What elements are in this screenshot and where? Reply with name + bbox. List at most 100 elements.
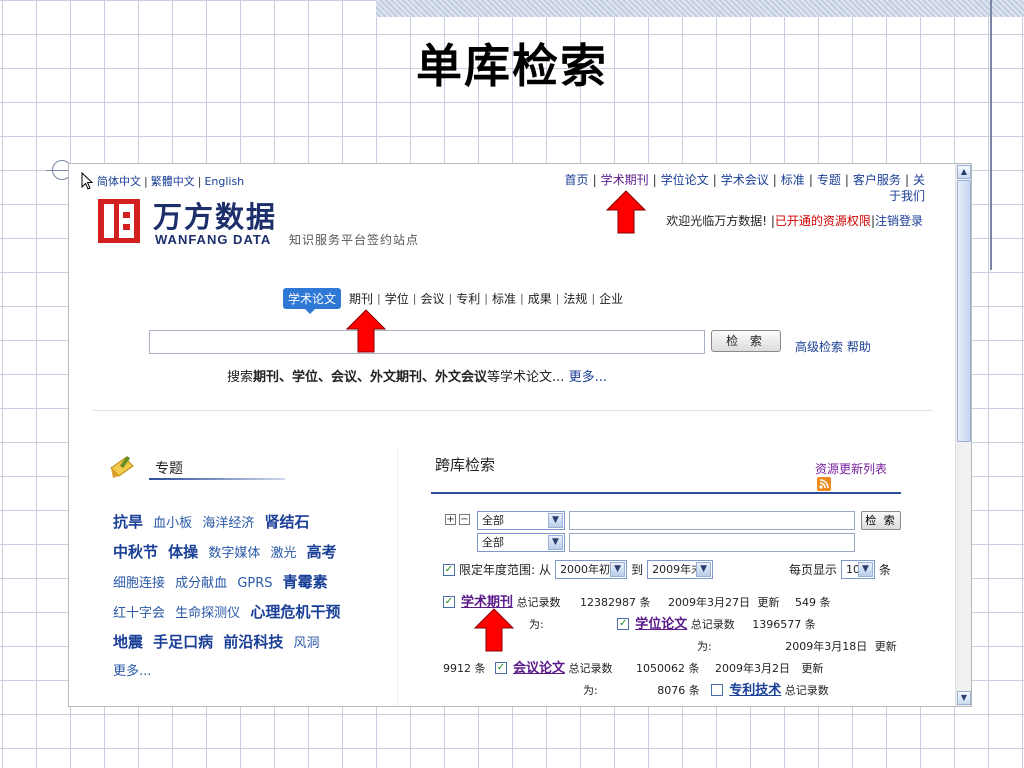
lang-simplified[interactable]: 简体中文 — [97, 175, 141, 188]
topic-item[interactable]: 青霉素 — [283, 573, 328, 591]
topic-item[interactable]: 手足口病 — [153, 633, 213, 651]
tab-conferences[interactable]: 会议 — [420, 290, 444, 307]
topics-underline — [149, 478, 285, 480]
chevron-down-icon: ▼ — [548, 535, 563, 550]
language-switcher: 简体中文 | 繁體中文 | English — [97, 175, 245, 188]
cross-search-heading: 跨库检索 — [435, 456, 496, 474]
tab-standards[interactable]: 标准 — [492, 290, 516, 307]
db-for-label: 为: — [529, 618, 544, 631]
result-line: 为: 8076 条 专利技术 总记录数 — [443, 680, 913, 702]
logo-chinese: 万方数据 — [153, 202, 278, 234]
db-update-label: 更新 — [801, 662, 824, 675]
db-dissertations-link[interactable]: 学位论文 — [635, 617, 687, 632]
nav-standards[interactable]: 标准 — [781, 173, 805, 187]
field-select-2-value: 全部 — [482, 536, 504, 549]
db-update-label: 更新 — [757, 596, 780, 609]
tab-academic-papers[interactable]: 学术论文 — [283, 288, 342, 314]
lang-traditional[interactable]: 繁體中文 — [151, 175, 195, 188]
tab-enterprises[interactable]: 企业 — [599, 290, 623, 307]
topic-item[interactable]: 细胞连接 — [113, 576, 165, 591]
from-year-select[interactable]: 2000年初 ▼ — [555, 560, 628, 579]
topic-item[interactable]: 海洋经济 — [202, 516, 254, 531]
wanfang-logo-icon — [98, 199, 140, 243]
topic-item[interactable]: 高考 — [307, 543, 337, 561]
topic-item[interactable]: 成分献血 — [175, 576, 227, 591]
topic-item[interactable]: 抗旱 — [113, 513, 143, 531]
nav-home[interactable]: 首页 — [565, 173, 589, 187]
scroll-thumb[interactable] — [957, 180, 971, 442]
topic-item[interactable]: 中秋节 — [113, 543, 158, 561]
tab-patents[interactable]: 专利 — [456, 290, 480, 307]
db-conferences-link[interactable]: 会议论文 — [513, 661, 565, 676]
cross-search-input-2[interactable] — [569, 533, 855, 552]
topic-item[interactable]: 前沿科技 — [223, 633, 283, 651]
topic-item[interactable]: 激光 — [270, 546, 296, 561]
topic-item[interactable]: 体操 — [168, 543, 198, 561]
topic-item[interactable]: 生命探测仪 — [175, 606, 240, 621]
tab-regulations[interactable]: 法规 — [563, 290, 587, 307]
nav-topics[interactable]: 专题 — [817, 173, 841, 187]
db-checkbox-patents[interactable] — [711, 684, 724, 696]
screenshot-window: 简体中文 | 繁體中文 | English 首页 | 学术期刊 | 学位论文 | 学术会议 | 标准 | 专… — [68, 163, 972, 707]
rss-icon[interactable] — [817, 477, 831, 491]
search-tabs: 学术论文 期刊 | 学位 | 会议 | 专利 | 标准 | 成果 | 法规 | 企业 — [283, 288, 627, 314]
pencil-folder-icon — [110, 455, 134, 478]
topic-item[interactable]: 肾结石 — [264, 513, 309, 531]
db-patents-link[interactable]: 专利技术 — [729, 683, 781, 698]
db-for-label: 为: — [697, 640, 712, 653]
to-year-select[interactable]: 2009年末 ▼ — [647, 560, 714, 579]
permissions-link[interactable]: 已开通的资源权限 — [775, 214, 871, 228]
vertical-scrollbar[interactable]: ▲ ▼ — [955, 164, 971, 706]
per-page-unit: 条 — [879, 563, 892, 577]
resource-update-list-link[interactable]: 资源更新列表 — [815, 460, 887, 477]
topic-item[interactable]: 风洞 — [293, 636, 319, 651]
topic-item[interactable]: 数字媒体 — [208, 546, 260, 561]
nav-dissertations[interactable]: 学位论文 — [661, 173, 709, 187]
nav-conferences[interactable]: 学术会议 — [721, 173, 769, 187]
topic-item[interactable]: 地震 — [113, 633, 143, 651]
per-page-label: 每页显示 — [789, 563, 838, 577]
logo-english: WANFANG DATA — [155, 232, 272, 247]
advanced-search-link[interactable]: 高级检索 — [795, 340, 843, 354]
hint-more-link[interactable]: 更多... — [569, 370, 607, 385]
to-label: 到 — [631, 563, 644, 577]
topic-item[interactable]: 红十字会 — [113, 606, 165, 621]
topic-item[interactable]: GPRS — [237, 576, 272, 591]
lang-english[interactable]: English — [204, 175, 244, 188]
db-checkbox-conferences[interactable]: ✓ — [495, 662, 507, 674]
db-for-label: 为: — [583, 684, 598, 697]
welcome-bar: 欢迎光临万方数据! |已开通的资源权限|注销登录 — [666, 214, 923, 228]
db-checkbox-journals[interactable]: ✓ — [443, 596, 455, 608]
hint-prefix: 搜索 — [227, 370, 254, 385]
scroll-down-icon[interactable]: ▼ — [957, 691, 971, 705]
topic-item[interactable]: 血小板 — [153, 516, 192, 531]
add-field-icon[interactable]: + — [445, 514, 456, 525]
per-page-select[interactable]: 10 ▼ — [841, 560, 876, 579]
tab-degrees[interactable]: 学位 — [385, 290, 409, 307]
db-label: 总记录数 — [568, 662, 613, 675]
db-update-count: 8076 条 — [657, 684, 700, 697]
remove-field-icon[interactable]: − — [459, 514, 470, 525]
cross-search-input-1[interactable] — [569, 511, 855, 530]
search-button[interactable]: 检 索 — [711, 330, 781, 352]
nav-journals[interactable]: 学术期刊 — [601, 173, 649, 187]
tab-achievements[interactable]: 成果 — [528, 290, 552, 307]
from-label: 从 — [539, 563, 552, 577]
red-arrow-icon — [606, 190, 646, 234]
topic-item[interactable]: 心理危机干预 — [250, 603, 340, 621]
tab-journals[interactable]: 期刊 — [349, 290, 373, 307]
db-date: 2009年3月2日 — [715, 662, 791, 675]
db-checkbox-dissertations[interactable]: ✓ — [617, 618, 630, 630]
nav-customer-service[interactable]: 客户服务 — [853, 173, 901, 187]
logout-link[interactable]: 注销登录 — [875, 214, 923, 228]
cross-search-button[interactable]: 检 索 — [861, 511, 901, 530]
scroll-up-icon[interactable]: ▲ — [957, 165, 971, 179]
help-link[interactable]: 帮助 — [847, 340, 871, 354]
topics-more-link[interactable]: 更多... — [113, 664, 151, 679]
field-select-1[interactable]: 全部 ▼ — [477, 511, 565, 530]
year-range-checkbox[interactable]: ✓ — [443, 563, 455, 576]
hint-bold: 期刊、学位、会议、外文期刊、外文会议 — [253, 370, 488, 385]
field-select-2[interactable]: 全部 ▼ — [477, 533, 565, 552]
search-input[interactable] — [149, 330, 705, 354]
year-range-label: 限定年度范围: — [459, 563, 536, 577]
